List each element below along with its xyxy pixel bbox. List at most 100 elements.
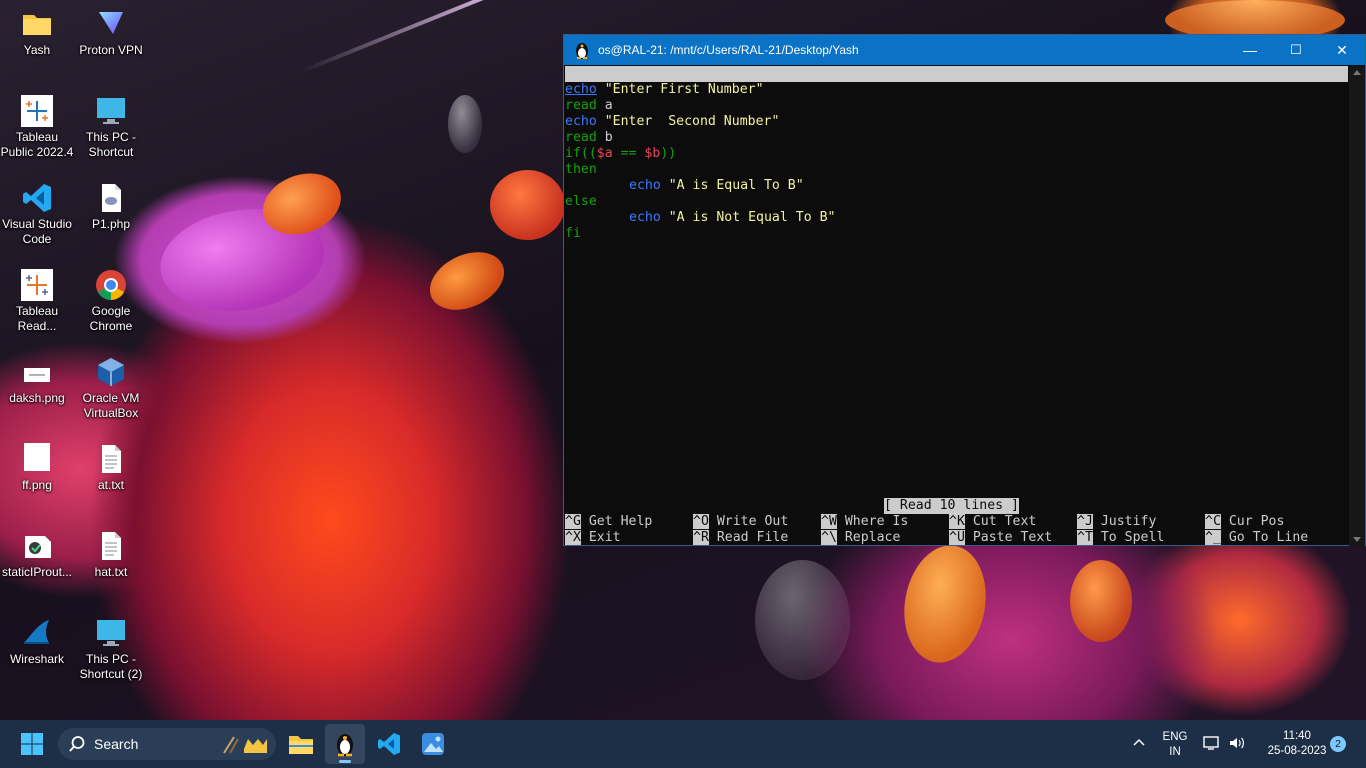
desktop-icon-label: Oracle VM [82, 391, 140, 405]
folder-icon [289, 736, 313, 754]
code-line: then [565, 162, 597, 177]
nano-header: GNU nano 4.8 Compare.sh [565, 66, 1348, 113]
clock-date: 25-08-2023 [1267, 745, 1327, 757]
desktop-icon-daksh-png[interactable]: daksh.png [0, 356, 74, 406]
desktop-icon-label: Tableau [15, 304, 59, 318]
region-code: IN [1169, 746, 1181, 758]
scroll-up-icon[interactable] [1353, 70, 1361, 75]
desktop-icon-label: Chrome [89, 319, 133, 333]
status-message: [ Read 10 lines ] [884, 498, 1019, 514]
shortcut-read-file[interactable]: ^R Read File [693, 530, 788, 546]
desktop-icon-label: staticIProut... [1, 565, 73, 579]
shortcut-go-to-line[interactable]: ^_ Go To Line [1205, 530, 1308, 546]
desktop-icon-virtualbox[interactable]: Oracle VM VirtualBox [74, 356, 148, 421]
search-icon [69, 736, 85, 752]
desktop-icon-label: VirtualBox [83, 406, 139, 420]
search-label: Search [94, 736, 139, 752]
desktop-icon-label: Public 2022.4 [0, 145, 74, 159]
desktop-icon-label: Shortcut (2) [79, 667, 143, 681]
desktop-icon-tableau-reader[interactable]: Tableau Read... [0, 269, 74, 334]
desktop-icon-wireshark[interactable]: Wireshark [0, 617, 74, 667]
title-bar[interactable]: os@RAL-21: /mnt/c/Users/RAL-21/Desktop/Y… [564, 35, 1365, 65]
desktop-icon-vscode[interactable]: Visual Studio Code [0, 182, 74, 247]
shortcut-cur-pos[interactable]: ^C Cur Pos [1205, 514, 1284, 530]
code-line: fi [565, 226, 581, 241]
linux-penguin-icon [574, 41, 590, 59]
desktop-icon-hat-txt[interactable]: hat.txt [74, 530, 148, 580]
shortcut-write-out[interactable]: ^O Write Out [693, 514, 788, 530]
clock-time: 11:40 [1283, 730, 1311, 742]
desktop-icon-label: hat.txt [94, 565, 128, 579]
clock[interactable]: 11:40 25-08-2023 [1254, 729, 1340, 759]
vscode-icon [21, 182, 53, 214]
desktop-icon-at-txt[interactable]: at.txt [74, 443, 148, 493]
shortcut-cut-text[interactable]: ^K Cut Text [949, 514, 1036, 530]
shortcut-where-is[interactable]: ^W Where Is [821, 514, 908, 530]
desktop-icon-p1-php[interactable]: P1.php [74, 182, 148, 232]
image-file-icon [21, 356, 53, 388]
desktop-icon-this-pc-2[interactable]: This PC - Shortcut (2) [74, 617, 148, 682]
search-box[interactable]: Search [58, 728, 276, 760]
text-file-icon [95, 443, 127, 475]
folder-icon [21, 8, 53, 40]
shortcut-justify[interactable]: ^J Justify [1077, 514, 1156, 530]
proton-vpn-icon [95, 8, 127, 40]
code-line: echo "A is Equal To B" [629, 178, 804, 193]
nano-editor[interactable]: GNU nano 4.8 Compare.sh echo "Enter Firs… [564, 66, 1349, 547]
desktop-icon-label: ff.png [22, 478, 52, 492]
packet-tracer-file-icon [21, 530, 53, 562]
monitor-icon [95, 617, 127, 649]
code-line: echo "Enter First Number" [565, 82, 764, 97]
taskbar-file-explorer[interactable] [281, 724, 321, 764]
notification-badge[interactable]: 2 [1330, 736, 1346, 752]
code-line: if(($a == $b)) [565, 146, 677, 161]
code-line: echo "A is Not Equal To B" [629, 210, 836, 225]
chevron-up-icon[interactable] [1132, 735, 1146, 754]
file-name: Compare.sh [932, 98, 1012, 113]
desktop-icon-google-chrome[interactable]: Google Chrome [74, 269, 148, 334]
maximize-button[interactable]: ☐ [1273, 35, 1319, 65]
desktop-icon-label: Read... [17, 319, 57, 333]
desktop-icon-label: at.txt [97, 478, 124, 492]
desktop-icon-this-pc[interactable]: This PC - Shortcut [74, 95, 148, 160]
taskbar-photos[interactable] [413, 724, 453, 764]
desktop-icon-proton-vpn[interactable]: Proton VPN [74, 8, 148, 58]
vscode-icon [378, 733, 400, 755]
linux-penguin-icon [337, 734, 353, 757]
language-indicator[interactable]: ENG IN [1158, 730, 1192, 760]
desktop-icon-label: Google [91, 304, 131, 318]
start-button[interactable] [12, 724, 52, 764]
close-button[interactable]: ✕ [1319, 35, 1365, 65]
code-line: read b [565, 130, 613, 145]
taskbar-vscode[interactable] [369, 724, 409, 764]
desktop-icon-staticiprout[interactable]: staticIProut... [0, 530, 74, 580]
window-title: os@RAL-21: /mnt/c/Users/RAL-21/Desktop/Y… [598, 43, 859, 57]
desktop-icon-label: Tableau [15, 130, 59, 144]
shortcut-get-help[interactable]: ^G Get Help [565, 514, 652, 530]
shortcut-replace[interactable]: ^\ Replace [821, 530, 900, 546]
terminal-window[interactable]: os@RAL-21: /mnt/c/Users/RAL-21/Desktop/Y… [563, 34, 1366, 546]
scroll-down-icon[interactable] [1353, 537, 1361, 542]
shortcut-exit[interactable]: ^X Exit [565, 530, 621, 546]
network-icon[interactable] [1203, 735, 1221, 756]
monitor-icon [95, 95, 127, 127]
windows-logo-icon [21, 733, 43, 755]
desktop-icon-tableau-public[interactable]: Tableau Public 2022.4 [0, 95, 74, 160]
terminal-scrollbar[interactable] [1349, 66, 1365, 546]
minimize-button[interactable]: — [1227, 35, 1273, 65]
text-file-icon [95, 530, 127, 562]
desktop-icon-label: Visual Studio [2, 217, 72, 231]
desktop-icon-label: This PC - [85, 130, 136, 144]
volume-icon[interactable] [1228, 735, 1246, 756]
taskbar: Search ENG IN 11:40 25-08-2023 2 [0, 720, 1366, 768]
search-highlight-icon [220, 731, 272, 757]
desktop-icon-yash[interactable]: Yash [0, 8, 74, 58]
desktop-icon-label: daksh.png [9, 391, 65, 405]
taskbar-ubuntu-terminal[interactable] [325, 724, 365, 764]
shortcut-to-spell[interactable]: ^T To Spell [1077, 530, 1164, 546]
wireshark-icon [21, 617, 53, 649]
shortcut-paste-text[interactable]: ^U Paste Text [949, 530, 1052, 546]
desktop-icon-ff-png[interactable]: ff.png [0, 443, 74, 493]
image-file-icon [21, 443, 53, 475]
desktop-icon-label: P1.php [91, 217, 131, 231]
